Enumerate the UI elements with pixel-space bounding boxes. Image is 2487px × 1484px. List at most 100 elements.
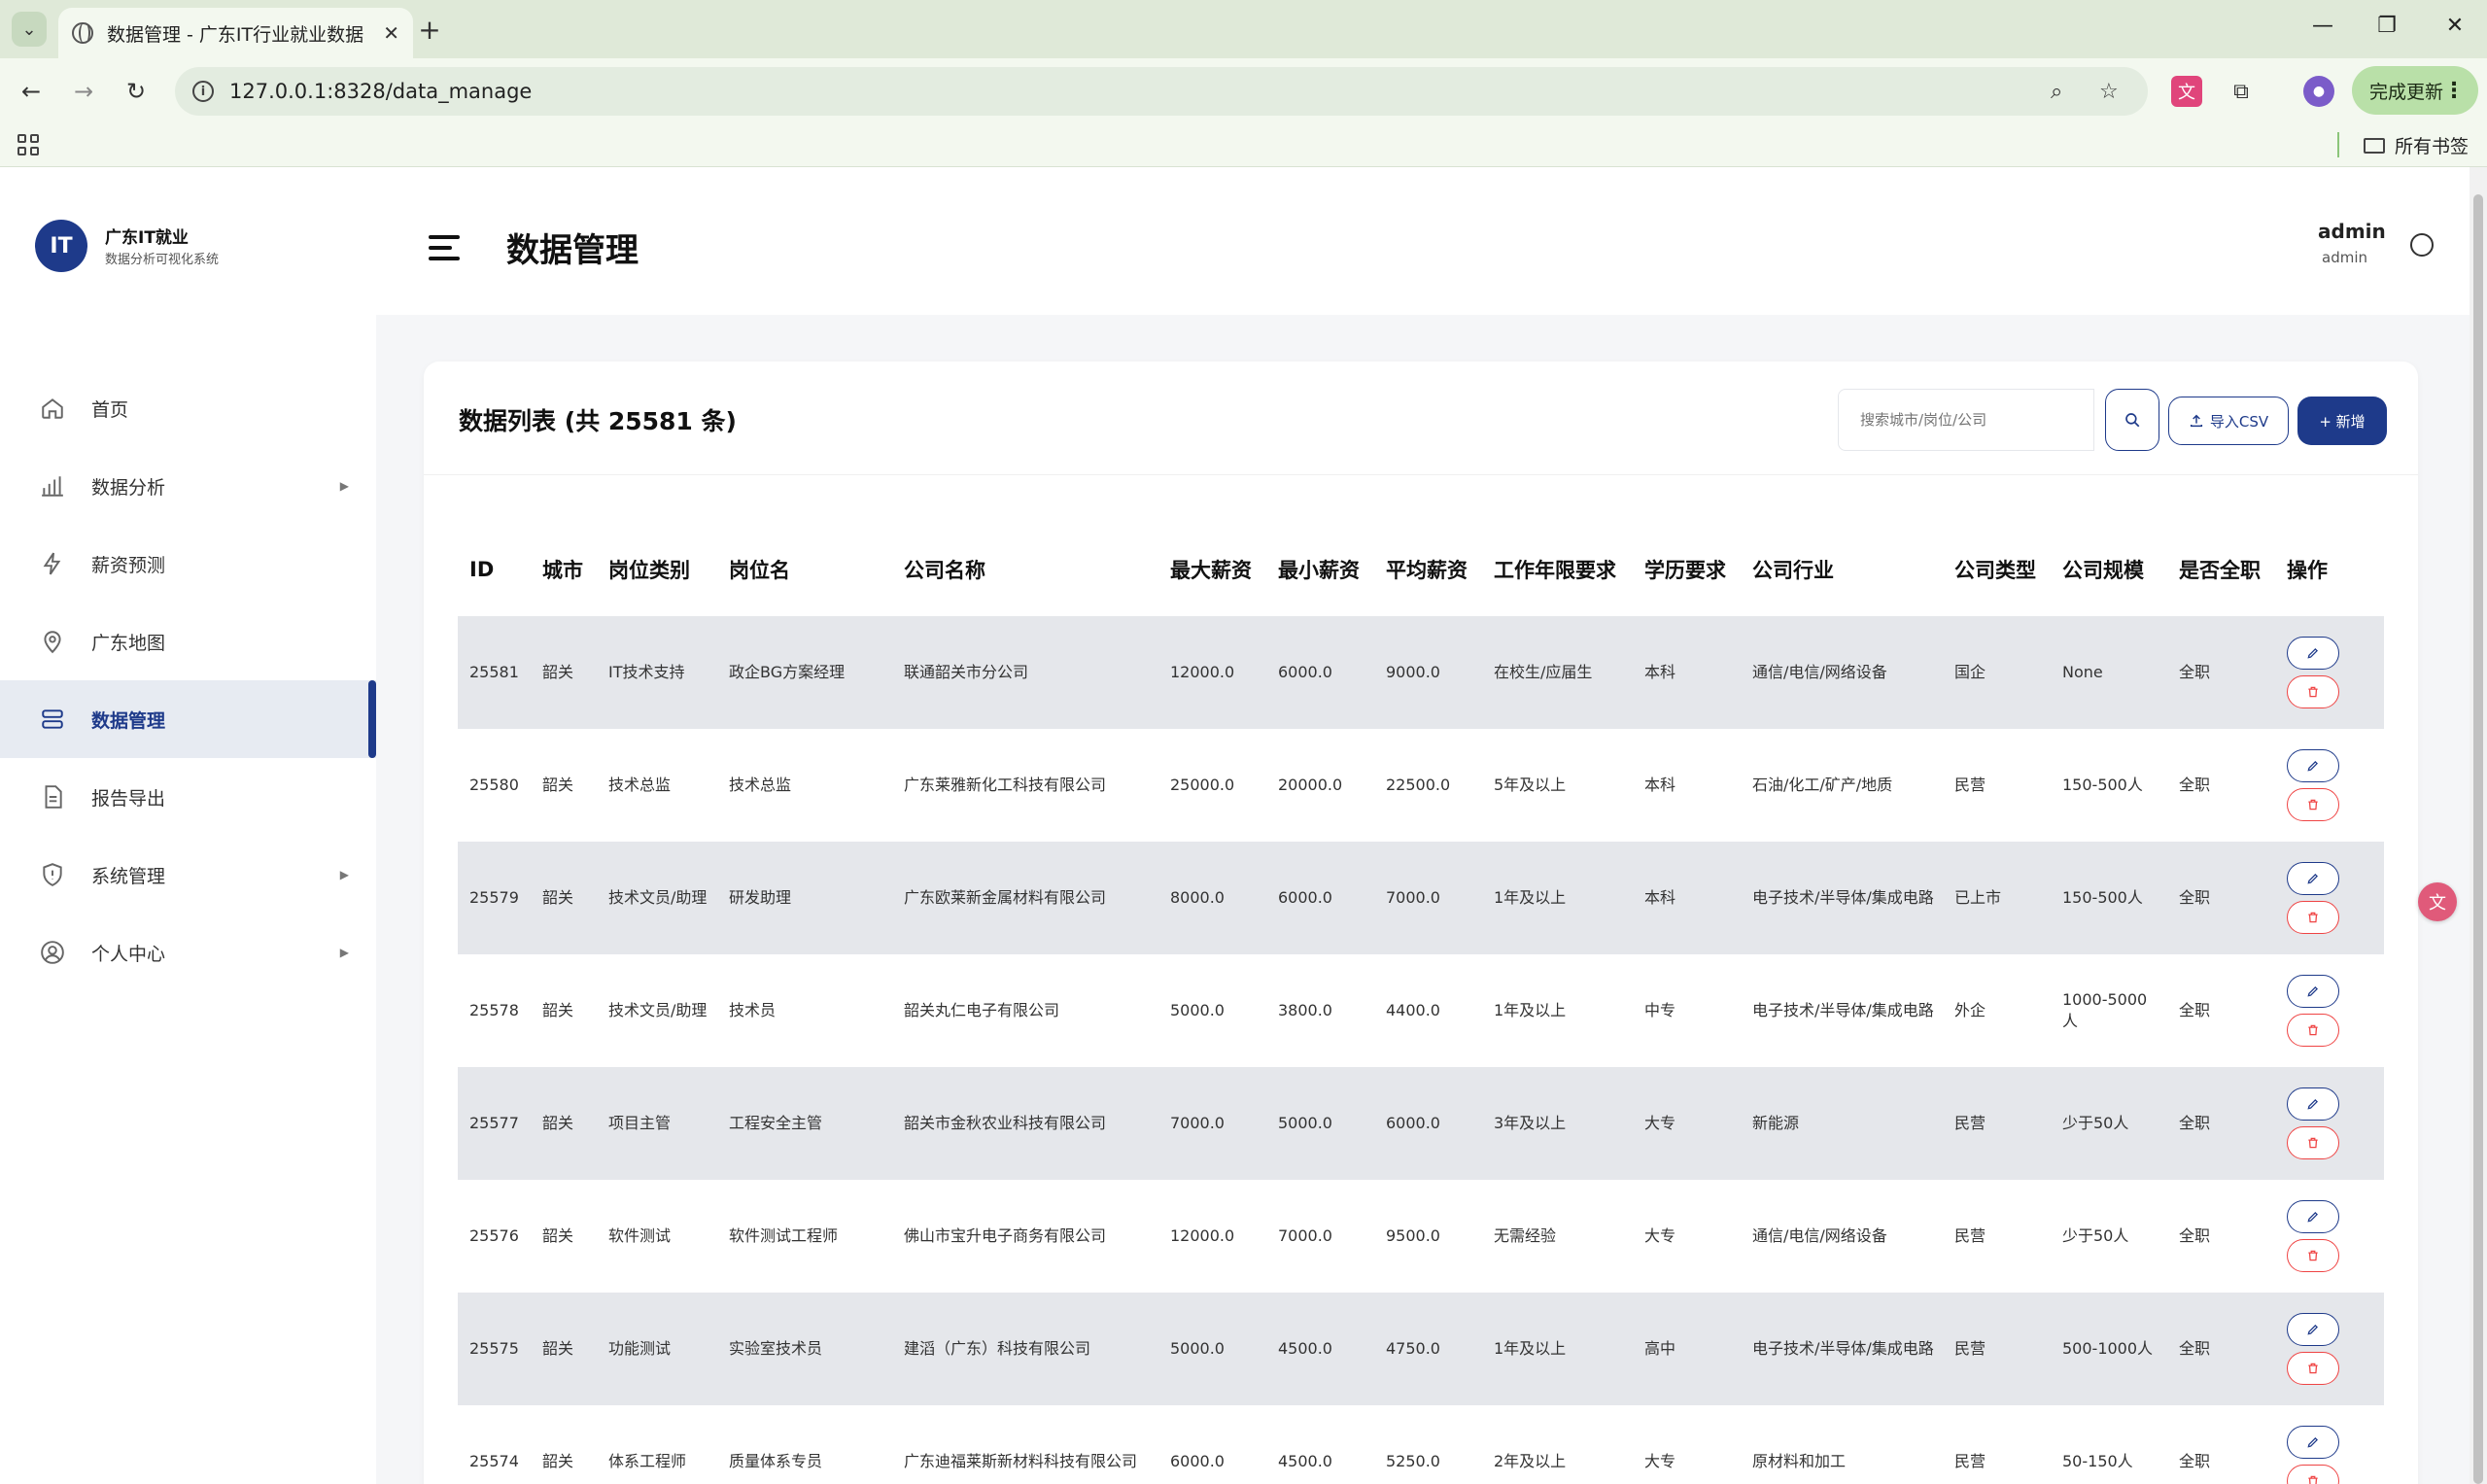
search-button[interactable]	[2105, 389, 2159, 451]
table-cell: 22500.0	[1386, 775, 1451, 794]
trash-icon	[2308, 1137, 2318, 1149]
tab-search-button[interactable]: ⌄	[12, 12, 47, 47]
menu-toggle-icon[interactable]	[429, 235, 460, 260]
import-csv-button[interactable]: 导入CSV	[2168, 397, 2289, 445]
url-text: 127.0.0.1:8328/data_manage	[229, 80, 533, 103]
reload-button[interactable]: ↻	[119, 74, 154, 109]
edit-button[interactable]	[2287, 1313, 2339, 1346]
back-button[interactable]: ←	[14, 74, 49, 109]
forward-button[interactable]: →	[66, 74, 101, 109]
actions-cell	[2275, 729, 2384, 842]
table-cell: 建滔（广东）科技有限公司	[892, 1293, 1158, 1405]
delete-button[interactable]	[2287, 675, 2339, 708]
sidebar-item-system[interactable]: 系统管理 ▶	[0, 836, 376, 914]
edit-button[interactable]	[2287, 862, 2339, 895]
edit-button[interactable]	[2287, 749, 2339, 782]
table-cell: 广东迪福莱斯新材料科技有限公司	[904, 1451, 1138, 1470]
table-cell: 1年及以上	[1482, 1293, 1633, 1405]
sidebar-item-salary-prediction[interactable]: 薪资预测	[0, 525, 376, 603]
delete-button[interactable]	[2287, 788, 2339, 821]
table-cell: 25577	[458, 1067, 531, 1180]
update-button[interactable]: 完成更新 ⋮	[2352, 66, 2478, 115]
table-cell: 外企	[1954, 1000, 1986, 1019]
browser-toolbar: ← → ↻ i 127.0.0.1:8328/data_manage ⌕ ☆ 文…	[0, 58, 2487, 124]
delete-button[interactable]	[2287, 1352, 2339, 1385]
table-cell: 9000.0	[1374, 616, 1482, 729]
table-cell: 25581	[458, 616, 531, 729]
column-header: 岗位类别	[608, 559, 690, 582]
edit-button[interactable]	[2287, 637, 2339, 670]
table-cell: 软件测试工程师	[729, 1225, 839, 1245]
table-cell: 全职	[2167, 616, 2275, 729]
table-cell: 7000.0	[1374, 842, 1482, 954]
window-restore-button[interactable]: ❐	[2367, 14, 2406, 38]
chevron-down-icon: ⌄	[21, 18, 37, 40]
search-input[interactable]	[1838, 389, 2094, 451]
pencil-icon	[2307, 1437, 2318, 1448]
table-row: 25574 韶关 体系工程师 质量体系专员 广东迪福莱斯新材料科技有限公司 6000.0 4…	[458, 1405, 2384, 1484]
table-cell: 20000.0	[1278, 775, 1343, 794]
delete-button[interactable]	[2287, 1014, 2339, 1047]
edit-button[interactable]	[2287, 975, 2339, 1008]
user-name[interactable]: admin	[2318, 220, 2386, 243]
all-bookmarks-button[interactable]: 所有书签	[2364, 132, 2469, 158]
table-cell: 500-1000人	[2051, 1293, 2167, 1405]
sidebar-item-label: 数据管理	[91, 709, 166, 732]
table-row: 25576 韶关 软件测试 软件测试工程师 佛山市宝升电子商务有限公司 12000.0 70…	[458, 1180, 2384, 1293]
profile-avatar-icon[interactable]: ●	[2303, 76, 2334, 107]
edit-button[interactable]	[2287, 1426, 2339, 1459]
column-header: 公司类型	[1954, 559, 2036, 582]
table-cell: 全职	[2167, 1293, 2275, 1405]
table-cell: 国企	[1943, 616, 2051, 729]
page-title: 数据管理	[506, 231, 639, 270]
table-cell: 韶关	[542, 1451, 574, 1470]
table-cell: 广东欧莱新金属材料有限公司	[892, 842, 1158, 954]
address-bar[interactable]: i 127.0.0.1:8328/data_manage ⌕ ☆	[175, 67, 2148, 116]
zoom-icon[interactable]: ⌕	[2051, 80, 2062, 104]
user-avatar-icon[interactable]	[2410, 233, 2434, 257]
table-cell: 高中	[1633, 1293, 1741, 1405]
column-header: ID	[469, 558, 495, 581]
actions-cell	[2275, 616, 2384, 729]
apps-grid-icon[interactable]	[17, 134, 39, 155]
delete-button[interactable]	[2287, 901, 2339, 934]
window-close-button[interactable]: ✕	[2435, 14, 2474, 38]
edit-button[interactable]	[2287, 1200, 2339, 1233]
table-cell: 25578	[469, 1000, 519, 1019]
sidebar-item-map[interactable]: 广东地图	[0, 603, 376, 680]
user-circle-icon	[39, 939, 66, 966]
extensions-puzzle-icon[interactable]: ⧉	[2226, 76, 2257, 107]
table-row: 25578 韶关 技术文员/助理 技术员 韶关丸仁电子有限公司 5000.0 3800.0 4…	[458, 954, 2384, 1067]
delete-button[interactable]	[2287, 1126, 2339, 1159]
window-minimize-button[interactable]: —	[2303, 14, 2342, 38]
sidebar-item-data-management[interactable]: 数据管理	[0, 680, 376, 758]
delete-button[interactable]	[2287, 1465, 2339, 1484]
trash-icon	[2308, 1024, 2318, 1036]
sidebar-item-home[interactable]: 首页	[0, 369, 376, 447]
column-header: 公司规模	[2062, 559, 2144, 582]
sidebar-item-profile[interactable]: 个人中心 ▶	[0, 914, 376, 991]
logo-subtitle: 数据分析可视化系统	[105, 253, 220, 267]
floating-translate-icon[interactable]: 文	[2418, 882, 2457, 921]
sidebar-item-analysis[interactable]: 数据分析 ▶	[0, 447, 376, 525]
table-cell: 技术文员/助理	[597, 842, 717, 954]
data-list-card: 数据列表 (共 25581 条) 导入CSV + 新增 ID 城市 岗位类别 岗位名 公…	[424, 362, 2418, 1484]
table-cell: 25579	[458, 842, 531, 954]
site-info-icon[interactable]: i	[192, 81, 214, 102]
page-scrollbar-thumb[interactable]	[2473, 194, 2483, 1484]
table-cell: 政企BG方案经理	[717, 616, 892, 729]
add-button[interactable]: + 新增	[2297, 397, 2387, 445]
pencil-icon	[2307, 986, 2318, 997]
edit-button[interactable]	[2287, 1087, 2339, 1121]
table-cell: 4400.0	[1386, 1000, 1440, 1019]
tab-close-icon[interactable]: ✕	[383, 21, 399, 45]
bookmark-star-icon[interactable]: ☆	[2099, 80, 2119, 104]
new-tab-button[interactable]: +	[414, 14, 445, 46]
sidebar-item-report-export[interactable]: 报告导出	[0, 758, 376, 836]
user-role: admin	[2322, 249, 2367, 266]
delete-button[interactable]	[2287, 1239, 2339, 1272]
table-cell: 大专	[1644, 1225, 1676, 1245]
home-icon	[39, 395, 66, 422]
translate-extension-icon[interactable]: 文	[2171, 76, 2202, 107]
browser-tab-active[interactable]: 数据管理 - 广东IT行业就业数据 ✕	[58, 8, 413, 58]
